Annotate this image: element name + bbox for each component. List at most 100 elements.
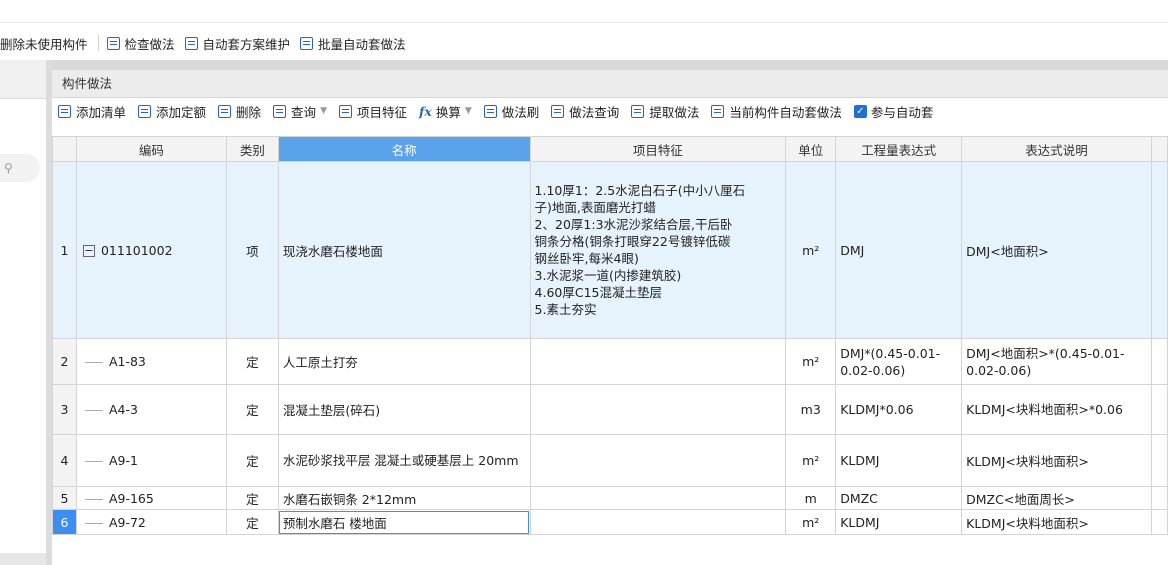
table-row[interactable]: 6 A9-72 定 预制水磨石 楼地面 m² KLDMJ KLDMJ<块料地面积…: [52, 509, 1168, 535]
trash-icon: [218, 104, 232, 118]
add-list-button[interactable]: 添加清单: [58, 102, 126, 121]
header-expr[interactable]: 工程量表达式: [835, 136, 963, 162]
table-row[interactable]: 4 A9-1 定 水泥砂浆找平层 混凝土或硬基层上 20mm m² KLDMJ …: [52, 434, 1168, 487]
type-cell[interactable]: 定: [225, 338, 279, 385]
name-cell[interactable]: 现浇水磨石楼地面: [277, 161, 531, 339]
left-panel-footer: [0, 553, 46, 565]
check-method-button[interactable]: 检查做法: [106, 34, 175, 53]
table-row[interactable]: 1 −011101002 项 现浇水磨石楼地面 1.10厚1：2.5水泥白石子(…: [52, 161, 1168, 339]
item-feature-button[interactable]: 项目特征: [338, 102, 407, 121]
check-method-label: 检查做法: [124, 36, 175, 52]
delete-unused-button[interactable]: 删除未使用构件: [0, 34, 88, 53]
code-cell[interactable]: A9-72: [75, 509, 227, 535]
type-cell[interactable]: 定: [225, 486, 279, 510]
method-query-button[interactable]: 做法查询: [551, 102, 619, 121]
name-cell[interactable]: 预制水磨石 楼地面: [277, 509, 531, 535]
grid-toolbar: 添加清单 添加定额 删除 查询 ▼ 项目特征 fx 换算 ▼ 做法刷 做法查询 …: [52, 98, 1168, 124]
header-code[interactable]: 编码: [75, 136, 227, 162]
add-quota-button[interactable]: 添加定额: [138, 102, 206, 121]
table-row[interactable]: 3 A4-3 定 混凝土垫层(碎石) m3 KLDMJ*0.06 KLDMJ<块…: [52, 384, 1168, 435]
extract-method-button[interactable]: 提取做法: [631, 102, 699, 121]
extra-cell: [1150, 338, 1168, 385]
code-cell[interactable]: −011101002: [75, 161, 227, 339]
checkbox-checked-icon: ✓: [853, 104, 867, 118]
delete-button[interactable]: 删除: [218, 102, 261, 121]
method-query-label: 做法查询: [569, 104, 620, 120]
feature-line: 4.60厚C15混凝土垫层: [534, 285, 663, 300]
name-cell[interactable]: 混凝土垫层(碎石): [277, 384, 531, 435]
auto-scheme-label: 自动套方案维护: [202, 36, 291, 52]
header-extra: [1150, 136, 1168, 162]
expr-cell[interactable]: KLDMJ: [835, 509, 963, 535]
delete-label: 删除: [236, 104, 262, 120]
unit-cell[interactable]: m²: [785, 509, 837, 535]
table-row[interactable]: 5 A9-165 定 水磨石嵌铜条 2*12mm m DMZC DMZC<地面周…: [52, 486, 1168, 510]
unit-cell[interactable]: m²: [785, 161, 837, 339]
search-box[interactable]: ⚲: [0, 154, 40, 182]
expr-cell[interactable]: DMJ*(0.45-0.01-0.02-0.06): [835, 338, 963, 385]
code-cell[interactable]: A9-165: [75, 486, 227, 510]
unit-cell[interactable]: m3: [785, 384, 837, 435]
unit-cell[interactable]: m: [785, 486, 837, 510]
unit-cell[interactable]: m²: [785, 338, 837, 385]
feature-cell[interactable]: [529, 384, 787, 435]
name-cell[interactable]: 水磨石嵌铜条 2*12mm: [277, 486, 531, 510]
desc-cell: DMJ<地面积>*(0.45-0.01-0.02-0.06): [961, 338, 1152, 385]
type-cell[interactable]: 定: [225, 384, 279, 435]
row-index: 4: [52, 434, 77, 487]
name-cell[interactable]: 水泥砂浆找平层 混凝土或硬基层上 20mm: [277, 434, 531, 487]
collapse-icon[interactable]: −: [82, 245, 95, 257]
header-unit[interactable]: 单位: [785, 136, 837, 162]
table-row[interactable]: 2 A1-83 定 人工原土打夯 m² DMJ*(0.45-0.01-0.02-…: [52, 338, 1168, 385]
header-name[interactable]: 名称: [277, 136, 531, 162]
check-method-icon: [106, 36, 120, 50]
query-dropdown[interactable]: 查询 ▼: [273, 102, 327, 121]
code-cell[interactable]: A1-83: [75, 338, 227, 385]
search-icon: ⚲: [4, 161, 13, 175]
feature-cell[interactable]: [529, 509, 787, 535]
method-brush-button[interactable]: 做法刷: [483, 102, 539, 121]
tree-connector: [84, 522, 103, 524]
desc-cell: KLDMJ<块料地面积>: [961, 434, 1152, 487]
name-cell[interactable]: 人工原土打夯: [277, 338, 531, 385]
type-cell[interactable]: 项: [225, 161, 279, 339]
extra-cell: [1150, 486, 1168, 510]
header-feature[interactable]: 项目特征: [529, 136, 787, 162]
code-text: A4-3: [108, 402, 138, 417]
feature-line: 铜条分格(铜条打眼穿22号镀锌低碳: [534, 234, 731, 249]
unit-cell[interactable]: m²: [785, 434, 837, 487]
participate-auto-checkbox[interactable]: ✓ 参与自动套: [853, 102, 933, 121]
feature-cell[interactable]: [529, 434, 787, 487]
batch-auto-button[interactable]: 批量自动套做法: [300, 34, 406, 53]
expr-cell[interactable]: KLDMJ*0.06: [835, 384, 963, 435]
convert-dropdown[interactable]: fx 换算 ▼: [419, 102, 472, 121]
row-index: 6: [52, 509, 77, 535]
header-type[interactable]: 类别: [225, 136, 279, 162]
add-quota-icon: [138, 104, 152, 118]
expr-cell[interactable]: KLDMJ: [835, 434, 963, 487]
type-cell[interactable]: 定: [225, 434, 279, 487]
panel-top-bar: [52, 60, 1168, 70]
code-cell[interactable]: A9-1: [75, 434, 227, 487]
expr-cell[interactable]: DMJ: [835, 161, 963, 339]
extract-label: 提取做法: [649, 104, 700, 120]
code-text: 011101002: [100, 242, 173, 258]
left-panel: ⚲: [0, 60, 47, 565]
auto-scheme-button[interactable]: 自动套方案维护: [184, 34, 291, 53]
code-cell[interactable]: A4-3: [75, 384, 227, 435]
row-index: 1: [52, 161, 77, 339]
feature-cell[interactable]: [529, 486, 787, 510]
chevron-down-icon: ▼: [320, 106, 327, 116]
auto-scheme-icon: [184, 36, 198, 50]
brush-icon: [483, 104, 497, 118]
feature-cell[interactable]: 1.10厚1：2.5水泥白石子(中小八厘石 子)地面,表面磨光打蜡 2、20厚1…: [529, 161, 787, 339]
expr-cell[interactable]: DMZC: [835, 486, 963, 510]
query-label: 查询: [291, 104, 317, 120]
chevron-down-icon: ▼: [464, 106, 472, 116]
extra-cell: [1150, 434, 1168, 487]
feature-cell[interactable]: [529, 338, 787, 385]
current-auto-button[interactable]: 当前构件自动套做法: [711, 102, 842, 121]
type-cell[interactable]: 定: [225, 509, 279, 535]
header-desc[interactable]: 表达式说明: [961, 136, 1152, 162]
feature-line: 3.水泥浆一道(内掺建筑胶): [534, 268, 682, 283]
